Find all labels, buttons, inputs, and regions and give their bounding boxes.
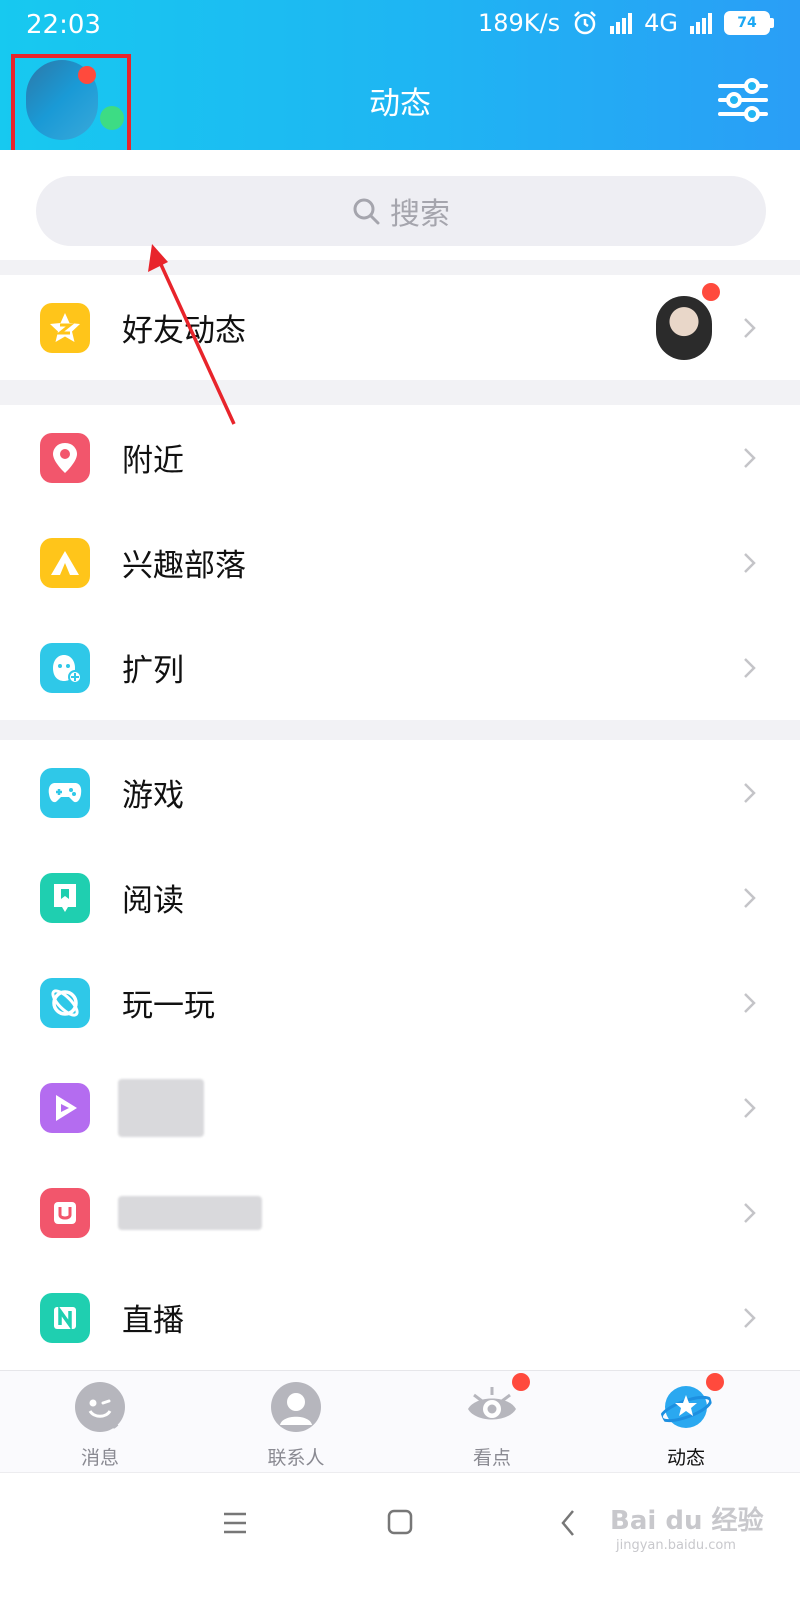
add-friend-face-icon (40, 642, 90, 693)
eye-icon (468, 1387, 516, 1420)
friends-feed-star-icon (40, 302, 90, 353)
tab-label: 联系人 (267, 1447, 325, 1469)
chevron-right-icon (744, 657, 756, 678)
chevron-right-icon (744, 782, 756, 803)
book-icon (40, 872, 90, 923)
list-item-label: 游戏 (122, 778, 184, 814)
friend-avatar (656, 296, 712, 360)
chevron-right-icon (744, 1307, 756, 1328)
tab-contacts[interactable]: 联系人 (246, 1371, 346, 1473)
list-item-label: 阅读 (122, 883, 184, 919)
list-item-label: 扩列 (122, 653, 184, 689)
status-time: 22:03 (26, 10, 101, 40)
status-bar: 22:03 189K/s 4G 74 (0, 0, 800, 50)
contact-person-icon (271, 1382, 321, 1432)
list-item-blurred-video[interactable] (0, 1055, 800, 1160)
chevron-right-icon (744, 552, 756, 573)
list-item-label: 附近 (122, 443, 184, 479)
list-item-label: 兴趣部落 (122, 548, 246, 584)
video-play-icon (40, 1082, 90, 1133)
home-icon[interactable] (387, 1509, 413, 1535)
network-speed: 189K/s (477, 9, 561, 37)
bottom-tab-bar: 消息 联系人 看点 动态 (0, 1370, 800, 1472)
list-item-label: 好友动态 (122, 313, 246, 349)
list-item-reading[interactable]: 阅读 (0, 845, 800, 950)
battery-level: 74 (724, 11, 770, 35)
search-area: 搜索 (0, 150, 800, 260)
list-item-expand-friends[interactable]: 扩列 (0, 615, 800, 720)
hd-signal-icon (610, 12, 633, 34)
alarm-icon (574, 11, 597, 35)
section-apps: 游戏 阅读 玩一玩 直播 (0, 740, 800, 1370)
battery-icon: 74 (724, 11, 774, 35)
network-type: 4G (644, 9, 678, 37)
location-pin-icon (40, 432, 90, 483)
chevron-right-icon (744, 1097, 756, 1118)
chevron-right-icon (744, 317, 756, 338)
list-item-label: 玩一玩 (122, 988, 215, 1024)
list-item-label: 直播 (122, 1303, 184, 1339)
list-item-interest-tribe[interactable]: 兴趣部落 (0, 510, 800, 615)
live-n-icon (40, 1292, 90, 1343)
list-item-nearby[interactable]: 附近 (0, 405, 800, 510)
list-item-blurred-u[interactable] (0, 1160, 800, 1265)
list-item-live[interactable]: 直播 (0, 1265, 800, 1370)
list-item-games[interactable]: 游戏 (0, 740, 800, 845)
settings-sliders-icon[interactable] (718, 76, 768, 124)
u-letter-icon (40, 1187, 90, 1238)
status-indicators: 189K/s 4G 74 (478, 9, 774, 37)
tab-label: 消息 (80, 1447, 119, 1469)
blurred-label (118, 1078, 204, 1137)
menu-icon[interactable] (222, 1511, 248, 1535)
back-icon[interactable] (560, 1509, 576, 1537)
tab-label: 动态 (666, 1447, 705, 1469)
chevron-right-icon (744, 992, 756, 1013)
watermark-text: Bai du 经验 (610, 1506, 764, 1536)
notification-dot (512, 1373, 530, 1391)
tab-feeds[interactable]: 动态 (636, 1371, 736, 1473)
chevron-right-icon (744, 1202, 756, 1223)
list-item-play[interactable]: 玩一玩 (0, 950, 800, 1055)
search-icon (353, 198, 380, 225)
watermark-url: jingyan.baidu.com (616, 1538, 736, 1553)
tab-kandian[interactable]: 看点 (442, 1371, 542, 1473)
planet-star-icon (660, 1386, 712, 1428)
section-discover: 附近 兴趣部落 扩列 (0, 405, 800, 720)
search-placeholder: 搜索 (390, 197, 450, 232)
planet-icon (40, 977, 90, 1028)
chevron-right-icon (744, 887, 756, 908)
tab-messages[interactable]: 消息 (50, 1371, 150, 1473)
tab-label: 看点 (472, 1447, 511, 1469)
message-face-icon (75, 1382, 125, 1432)
chevron-right-icon (744, 447, 756, 468)
gamepad-icon (40, 767, 90, 818)
notification-dot (702, 283, 720, 301)
signal-icon (690, 12, 712, 34)
search-input[interactable]: 搜索 (36, 176, 766, 246)
blurred-label (118, 1195, 262, 1230)
notification-dot (706, 1373, 724, 1391)
tent-icon (40, 537, 90, 588)
